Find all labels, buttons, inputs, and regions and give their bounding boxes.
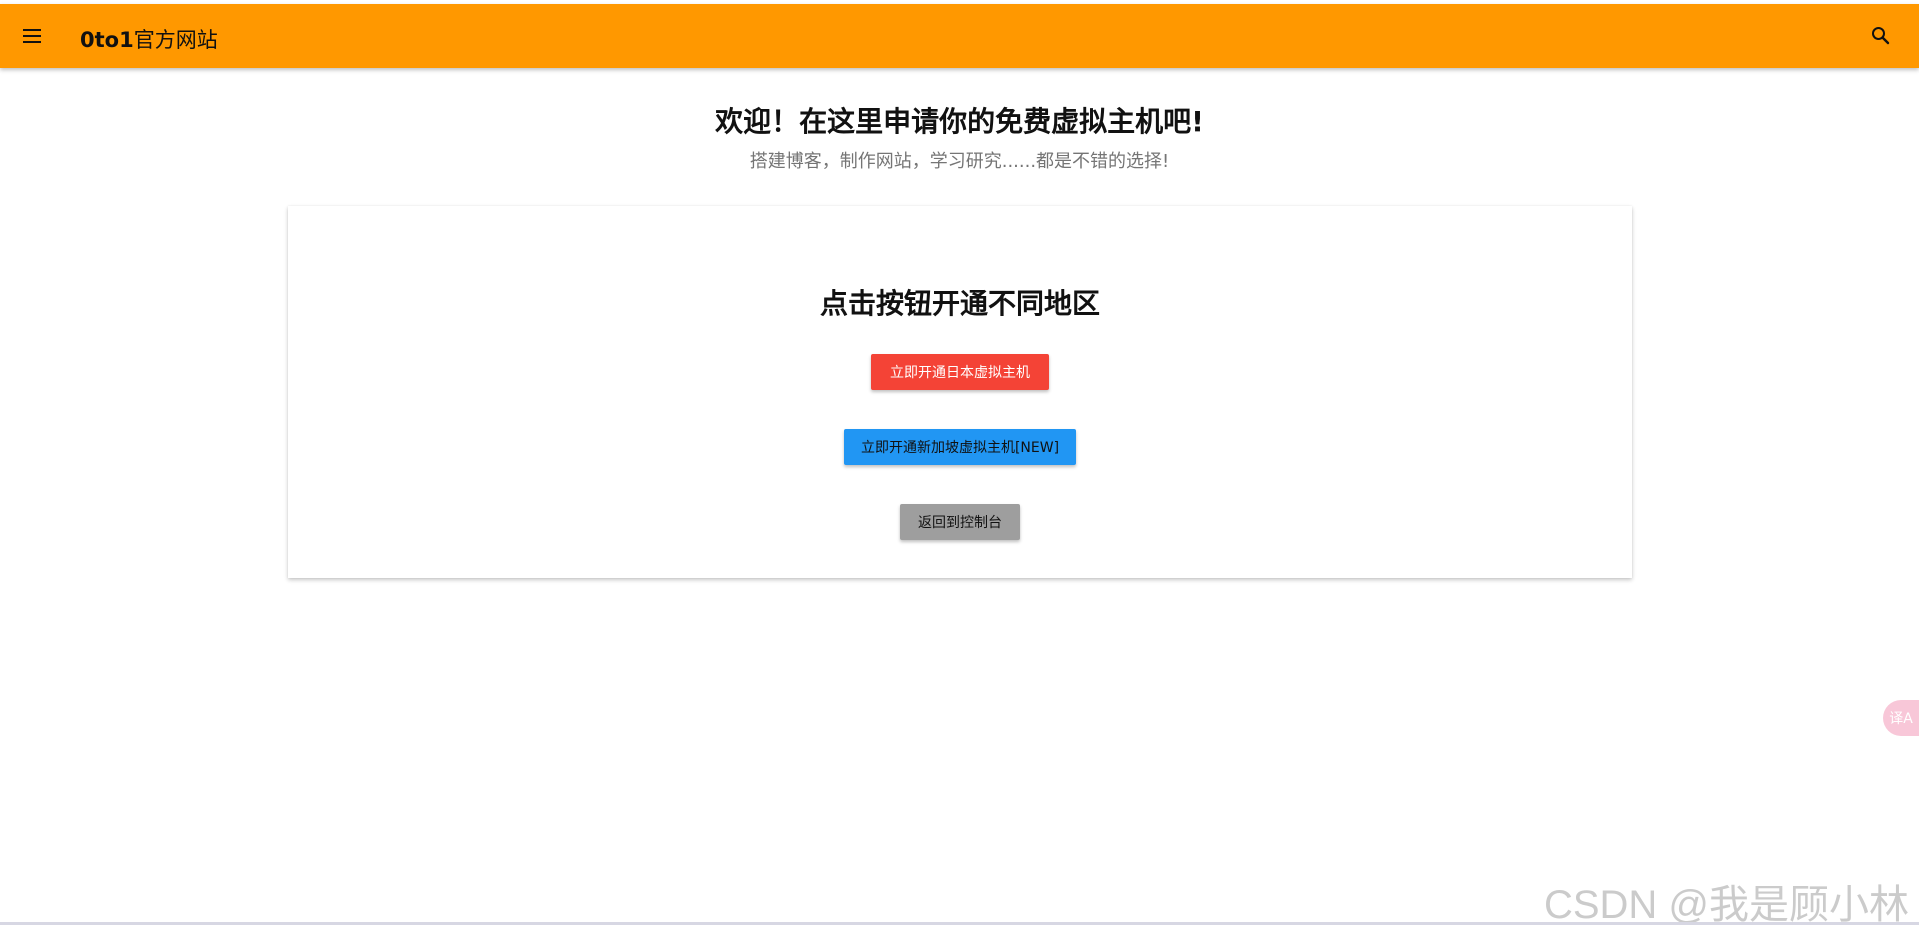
search-button[interactable] — [1869, 24, 1893, 48]
brand-bold: 0to1 — [80, 28, 134, 52]
brand-text: 官方网站 — [133, 28, 218, 52]
open-singapore-host-button[interactable]: 立即开通新加坡虚拟主机[NEW] — [844, 429, 1076, 465]
site-brand[interactable]: 0to1官方网站 — [80, 24, 218, 54]
back-to-console-button[interactable]: 返回到控制台 — [900, 504, 1020, 540]
bottom-border — [0, 922, 1919, 925]
translate-button[interactable]: 译A — [1883, 700, 1919, 736]
page: 0to1官方网站 欢迎！在这里申请你的免费虚拟主机吧! 搭建博客，制作网站，学习… — [0, 0, 1919, 926]
card-title: 点击按钮开通不同地区 — [819, 287, 1100, 320]
page-subtitle: 搭建博客，制作网站，学习研究......都是不错的选择! — [749, 151, 1170, 172]
app-bar: 0to1官方网站 — [0, 4, 1919, 68]
search-icon — [1872, 27, 1890, 45]
page-title: 欢迎！在这里申请你的免费虚拟主机吧! — [715, 105, 1204, 138]
open-japan-host-button[interactable]: 立即开通日本虚拟主机 — [871, 354, 1049, 390]
menu-button[interactable] — [18, 22, 46, 50]
translate-icon: 译A — [1889, 711, 1913, 727]
region-card: 点击按钮开通不同地区 立即开通日本虚拟主机 立即开通新加坡虚拟主机[NEW] 返… — [288, 206, 1632, 578]
watermark: CSDN @我是顾小林 — [1543, 883, 1909, 926]
menu-icon — [23, 29, 41, 31]
